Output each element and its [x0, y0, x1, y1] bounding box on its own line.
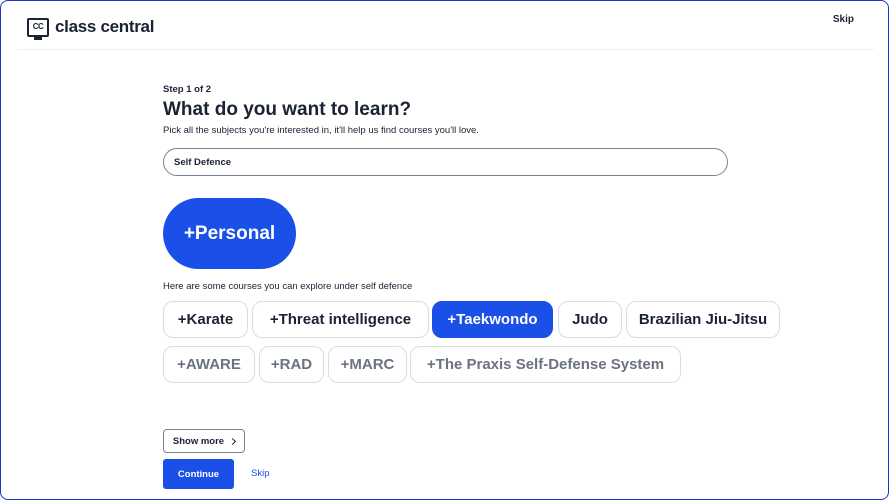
- cc-logo-icon: CC: [27, 17, 49, 40]
- onboarding-window: CC class central Skip Step 1 of 2 What d…: [0, 0, 889, 500]
- chevron-right-icon: [229, 437, 237, 445]
- chip-brazilian-jiu-jitsu[interactable]: Brazilian Jiu-Jitsu: [626, 301, 780, 338]
- chip-taekwondo[interactable]: +Taekwondo: [432, 301, 553, 338]
- top-header: CC class central Skip: [17, 1, 874, 50]
- header-skip-link[interactable]: Skip: [833, 14, 854, 25]
- continue-button[interactable]: Continue: [163, 459, 234, 489]
- chip-rad[interactable]: +RAD: [259, 346, 324, 383]
- page-title: What do you want to learn?: [163, 99, 412, 120]
- chip-karate[interactable]: +Karate: [163, 301, 248, 338]
- page-subtitle: Pick all the subjects you're interested …: [163, 125, 479, 136]
- show-more-button[interactable]: Show more: [163, 429, 245, 453]
- subject-search-input[interactable]: [163, 148, 728, 176]
- show-more-label: Show more: [172, 435, 225, 447]
- class-central-logo[interactable]: CC class central: [27, 16, 155, 40]
- chip-praxis-self-defense-system[interactable]: +The Praxis Self-Defense System: [410, 346, 681, 383]
- chip-marc[interactable]: +MARC: [328, 346, 407, 383]
- chip-judo[interactable]: Judo: [558, 301, 622, 338]
- logo-text: class central: [55, 17, 155, 36]
- step-indicator: Step 1 of 2: [163, 84, 212, 95]
- suggestions-hint: Here are some courses you can explore un…: [163, 281, 413, 292]
- chip-aware[interactable]: +AWARE: [163, 346, 255, 383]
- personal-subject-pill[interactable]: +Personal: [163, 198, 296, 269]
- chip-threat-intelligence[interactable]: +Threat intelligence: [252, 301, 429, 338]
- skip-link[interactable]: Skip: [251, 468, 269, 479]
